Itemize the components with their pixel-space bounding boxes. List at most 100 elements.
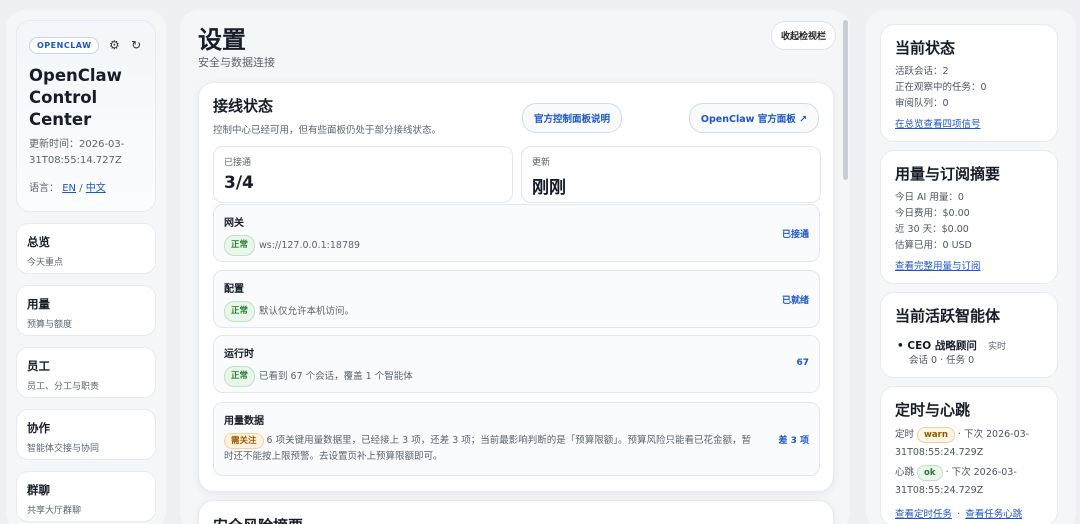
- bullet-icon: •: [897, 340, 908, 352]
- scrollbar[interactable]: [843, 20, 848, 180]
- stat-label: 已接通: [224, 158, 252, 168]
- status-line: 审阅队列：0: [895, 98, 949, 109]
- sidebar-item-sub: 今天重点: [27, 258, 64, 268]
- sidebar-item-usage[interactable]: 用量 预算与额度: [16, 285, 156, 336]
- overview-signals-link[interactable]: 在总览查看四项信号: [895, 119, 981, 130]
- active-agents-card: 当前活跃智能体 • CEO 战略顾问 实时 会话 0 · 任务 0: [880, 292, 1058, 378]
- status-row-config[interactable]: 配置 正常 默认仅允许本机访问。 已就绪: [213, 270, 820, 328]
- row-status: 差 3 项: [778, 436, 809, 446]
- wiring-status-panel: 接线状态 控制中心已经可用，但有些面板仍处于部分接线状态。 官方控制面板说明 O…: [198, 82, 834, 492]
- row-body: 正常 默认仅允许本机访问。: [224, 301, 809, 322]
- row-status: 67: [796, 358, 809, 368]
- sidebar-item-overview[interactable]: 总览 今天重点: [16, 223, 156, 274]
- heartbeat-label: 心跳: [895, 467, 915, 478]
- panel-title: 安全风险摘要: [213, 515, 819, 524]
- row-title: 网关: [224, 218, 244, 229]
- row-title: 运行时: [224, 349, 254, 360]
- row-body: 正常 ws://127.0.0.1:18789: [224, 235, 809, 256]
- security-risk-panel: 安全风险摘要: [198, 500, 834, 524]
- status-row-runtime[interactable]: 运行时 正常 已看到 67 个会话，覆盖 1 个智能体 67: [213, 335, 820, 393]
- cron-next: · 下次 2026-03-31T08:55:24.729Z: [895, 429, 1030, 458]
- card-title: 当前状态: [895, 39, 956, 57]
- main-content: 设置 安全与数据连接 收起检视栏 接线状态 控制中心已经可用，但有些面板仍处于部…: [180, 10, 850, 524]
- status-badge: 正常: [224, 366, 256, 387]
- brand-pill: OPENCLAW: [29, 36, 100, 54]
- agent-item[interactable]: • CEO 战略顾问 实时 会话 0 · 任务 0: [895, 334, 1043, 369]
- stat-value: 3/4: [224, 173, 254, 193]
- row-text: 已看到 67 个会话，覆盖 1 个智能体: [259, 371, 413, 382]
- row-body: 需关注 6 项关键用量数据里，已经接上 3 项，还差 3 项；当前最影响判断的是…: [224, 433, 809, 464]
- gear-icon[interactable]: ⚙: [107, 35, 121, 55]
- stat-label: 更新: [532, 158, 551, 168]
- lang-separator: /: [79, 183, 83, 194]
- agent-name: CEO 战略顾问: [907, 340, 977, 352]
- row-text: 默认仅允许本机访问。: [259, 306, 355, 317]
- updated-time: 更新时间：2026-03-31T08:55:14.727Z: [29, 139, 125, 166]
- card-title: 用量与订阅摘要: [895, 165, 1001, 183]
- cron-status-badge: warn: [917, 427, 955, 443]
- stat-updated: 更新 刚刚: [521, 146, 821, 203]
- row-body: 正常 已看到 67 个会话，覆盖 1 个智能体: [224, 366, 809, 387]
- sidebar-item-label: 协作: [27, 421, 50, 435]
- cron-tasks-link[interactable]: 查看定时任务: [895, 509, 952, 520]
- status-row-usage-data[interactable]: 用量数据 需关注 6 项关键用量数据里，已经接上 3 项，还差 3 项；当前最影…: [213, 402, 820, 476]
- official-dashboard-button[interactable]: OpenClaw 官方面板 ↗: [688, 103, 819, 133]
- row-status: 已接通: [781, 230, 809, 240]
- status-badge: 正常: [224, 235, 256, 256]
- language-switch: 语言： EN / 中文: [29, 179, 143, 194]
- heartbeat-link[interactable]: 查看任务心跳: [965, 509, 1022, 520]
- sidebar-item-sub: 智能体交接与协同: [27, 444, 100, 454]
- sidebar-item-label: 用量: [27, 297, 50, 311]
- collapse-inspector-button[interactable]: 收起检视栏: [770, 21, 836, 50]
- row-text: ws://127.0.0.1:18789: [259, 240, 361, 251]
- brand-row: OPENCLAW ⚙ ↻: [29, 35, 143, 55]
- stat-connected: 已接通 3/4: [213, 146, 513, 203]
- status-row-gateway[interactable]: 网关 正常 ws://127.0.0.1:18789 已接通: [213, 204, 820, 262]
- status-badge: 需关注: [224, 433, 264, 449]
- usage-summary-card: 用量与订阅摘要 今日 AI 用量：0 今日费用：$0.00 近 30 天：$0.…: [880, 150, 1058, 284]
- cron-heartbeat-card: 定时与心跳 定时 warn · 下次 2026-03-31T08:55:24.7…: [880, 386, 1058, 524]
- status-badge: 正常: [224, 301, 256, 322]
- link-separator: ·: [957, 509, 961, 520]
- full-usage-link[interactable]: 查看完整用量与订阅: [895, 261, 981, 272]
- sidebar-item-label: 群聊: [27, 483, 50, 497]
- status-lines: 活跃会话：2 正在观察中的任务：0 审阅队列：0: [895, 64, 1043, 112]
- usage-line: 今日 AI 用量：0: [895, 192, 964, 203]
- brand-card: OPENCLAW ⚙ ↻ OpenClaw Control Center 更新时…: [16, 20, 156, 212]
- cron-line: 定时 warn · 下次 2026-03-31T08:55:24.729Z: [895, 426, 1043, 462]
- sidebar-item-label: 总览: [27, 235, 50, 249]
- agent-tag: 实时: [987, 342, 1006, 352]
- page-subtitle: 安全与数据连接: [198, 56, 275, 69]
- usage-lines: 今日 AI 用量：0 今日费用：$0.00 近 30 天：$0.00 估算已用：…: [895, 190, 1043, 254]
- stat-value: 刚刚: [532, 178, 566, 198]
- row-text: 6 项关键用量数据里，已经接上 3 项，还差 3 项；当前最影响判断的是「预算限…: [224, 435, 752, 462]
- current-status-card: 当前状态 活跃会话：2 正在观察中的任务：0 审阅队列：0 在总览查看四项信号: [880, 24, 1058, 142]
- usage-line: 今日费用：$0.00: [895, 208, 970, 219]
- cron-label: 定时: [895, 429, 915, 440]
- sidebar-item-staff[interactable]: 员工 员工、分工与职责: [16, 347, 156, 398]
- page-title: 设置: [198, 26, 246, 54]
- app-title: OpenClaw Control Center: [29, 66, 122, 129]
- usage-line: 估算已用：0 USD: [895, 240, 972, 251]
- inspector-panel: 当前状态 活跃会话：2 正在观察中的任务：0 审阅队列：0 在总览查看四项信号 …: [866, 10, 1076, 524]
- sidebar-item-chat[interactable]: 群聊 共享大厅群聊: [16, 471, 156, 522]
- heartbeat-status-badge: ok: [917, 465, 943, 481]
- heartbeat-next: · 下次 2026-03-31T08:55:24.729Z: [895, 467, 1017, 496]
- sidebar-item-sub: 共享大厅群聊: [27, 506, 82, 516]
- sidebar-item-sub: 预算与额度: [27, 320, 73, 330]
- official-docs-button[interactable]: 官方控制面板说明: [522, 103, 623, 133]
- lang-en-link[interactable]: EN: [62, 183, 76, 194]
- agent-meta: 会话 0 · 任务 0: [909, 355, 975, 366]
- sidebar-item-label: 员工: [27, 359, 50, 373]
- sidebar: OPENCLAW ⚙ ↻ OpenClaw Control Center 更新时…: [6, 10, 166, 524]
- cron-links: 查看定时任务 · 查看任务心跳: [895, 502, 1043, 523]
- row-title: 用量数据: [224, 416, 264, 427]
- lang-zh-link[interactable]: 中文: [86, 183, 106, 194]
- sidebar-item-collab[interactable]: 协作 智能体交接与协同: [16, 409, 156, 460]
- heartbeat-line: 心跳 ok · 下次 2026-03-31T08:55:24.729Z: [895, 464, 1043, 500]
- row-title: 配置: [224, 284, 244, 295]
- card-title: 当前活跃智能体: [895, 307, 1001, 325]
- refresh-icon[interactable]: ↻: [129, 35, 143, 55]
- language-label: 语言：: [29, 183, 59, 194]
- status-line: 正在观察中的任务：0: [895, 82, 987, 93]
